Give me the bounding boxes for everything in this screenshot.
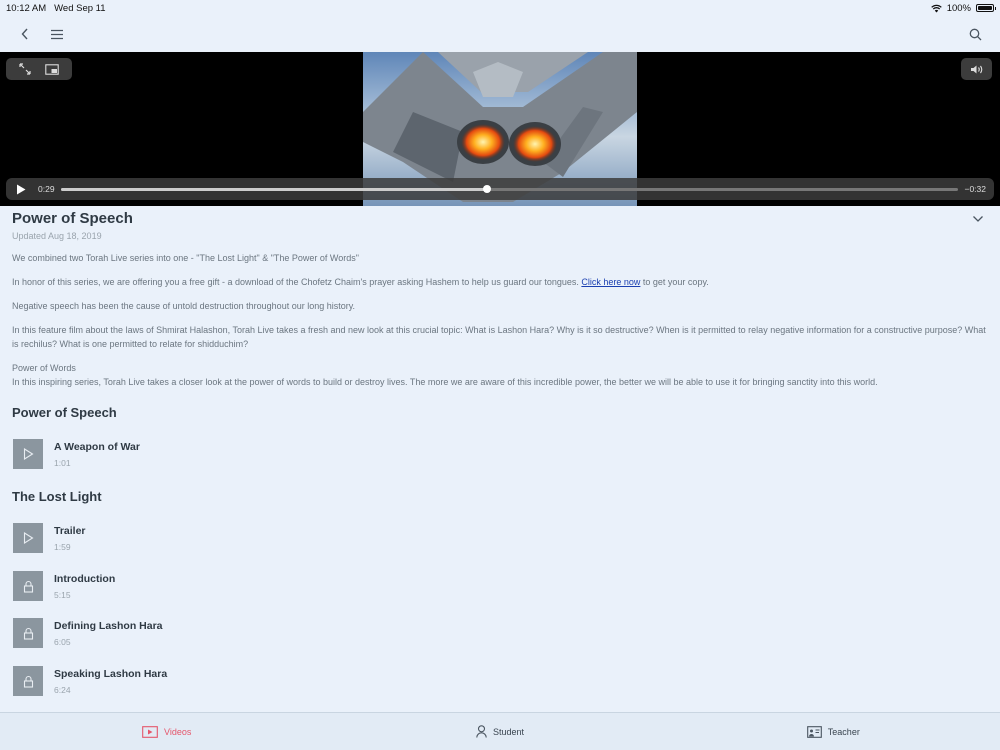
description: We combined two Torah Live series into o… <box>12 251 988 389</box>
chalkboard-icon <box>806 725 822 738</box>
videos-icon <box>142 725 158 738</box>
episode-thumbnail <box>13 618 43 648</box>
hamburger-icon <box>51 29 63 39</box>
episode-item[interactable]: Speaking Lashon Hara 6:24 <box>13 666 167 696</box>
wifi-icon <box>930 4 942 12</box>
episode-title: Introduction <box>54 572 116 585</box>
click-here-link[interactable]: Click here now <box>581 277 640 287</box>
picture-in-picture-icon[interactable] <box>45 63 59 75</box>
description-history: Negative speech has been the cause of un… <box>12 301 356 311</box>
updated-date: Updated Aug 18, 2019 <box>12 231 102 241</box>
lock-icon <box>23 580 33 593</box>
person-icon <box>476 725 487 738</box>
menu-button[interactable] <box>46 23 68 45</box>
episode-duration: 6:05 <box>54 636 71 647</box>
episode-item[interactable]: Introduction 5:15 <box>13 571 115 601</box>
seek-progress <box>60 187 488 191</box>
episode-thumbnail <box>13 666 43 696</box>
episode-thumbnail <box>13 439 43 469</box>
tab-teacher[interactable]: Teacher <box>667 725 1000 738</box>
fullscreen-icon[interactable] <box>19 63 31 75</box>
description-power-of-words: In this inspiring series, Torah Live tak… <box>12 377 878 387</box>
episode-item[interactable]: Defining Lashon Hara 6:05 <box>13 618 163 648</box>
seek-handle[interactable] <box>483 185 492 193</box>
volume-button[interactable] <box>961 58 992 80</box>
episode-item[interactable]: A Weapon of War 1:01 <box>13 439 140 469</box>
chevron-down-icon[interactable] <box>972 215 984 223</box>
tab-label: Videos <box>163 726 192 737</box>
nav-bar <box>0 16 1000 52</box>
episode-duration: 1:01 <box>54 457 71 468</box>
tab-label: Student <box>492 726 524 737</box>
lock-icon <box>23 675 33 688</box>
episode-thumbnail <box>13 571 43 601</box>
chevron-left-icon <box>21 28 28 40</box>
play-icon <box>23 448 34 460</box>
episode-duration: 6:24 <box>54 684 71 695</box>
page-title: Power of Speech <box>12 210 133 227</box>
status-time: 10:12 AM <box>6 2 47 14</box>
tab-videos[interactable]: Videos <box>0 725 333 738</box>
play-icon <box>23 532 34 544</box>
status-date: Wed Sep 11 <box>54 2 106 14</box>
episode-item[interactable]: Trailer 1:59 <box>13 523 86 553</box>
status-bar: 10:12 AM Wed Sep 11 100% <box>0 0 1000 16</box>
episode-title: Trailer <box>54 524 86 537</box>
speaker-icon <box>970 65 982 73</box>
lock-icon <box>23 627 33 640</box>
episode-title: A Weapon of War <box>54 440 140 453</box>
description-film: In this feature film about the laws of S… <box>12 325 986 349</box>
episode-thumbnail <box>13 523 43 553</box>
video-player[interactable]: 0:29 −0:32 <box>0 52 1000 206</box>
battery-icon <box>976 4 996 12</box>
tab-bar: Videos Student Teacher <box>0 712 1000 750</box>
battery-percent: 100% <box>946 2 971 14</box>
playback-bar: 0:29 −0:32 <box>6 178 994 200</box>
description-intro: We combined two Torah Live series into o… <box>12 253 359 263</box>
search-icon <box>969 28 981 40</box>
tab-student[interactable]: Student <box>333 725 666 738</box>
episode-title: Defining Lashon Hara <box>54 619 163 632</box>
search-button[interactable] <box>964 23 986 45</box>
player-top-left-controls <box>6 58 72 80</box>
section-title: The Lost Light <box>12 489 102 504</box>
back-button[interactable] <box>14 23 36 45</box>
description-gift: In honor of this series, we are offering… <box>12 277 709 287</box>
remaining-time: −0:32 <box>964 184 986 194</box>
episode-duration: 1:59 <box>54 541 71 552</box>
episode-title: Speaking Lashon Hara <box>54 667 168 680</box>
episode-duration: 5:15 <box>54 589 71 600</box>
elapsed-time: 0:29 <box>38 184 55 194</box>
series-details: Power of Speech Updated Aug 18, 2019 We … <box>12 210 988 389</box>
play-icon[interactable] <box>16 184 26 195</box>
section-title: Power of Speech <box>12 405 117 420</box>
seek-slider[interactable] <box>60 185 959 193</box>
description-power-of-words-heading: Power of Words <box>12 363 76 373</box>
tab-label: Teacher <box>827 726 860 737</box>
